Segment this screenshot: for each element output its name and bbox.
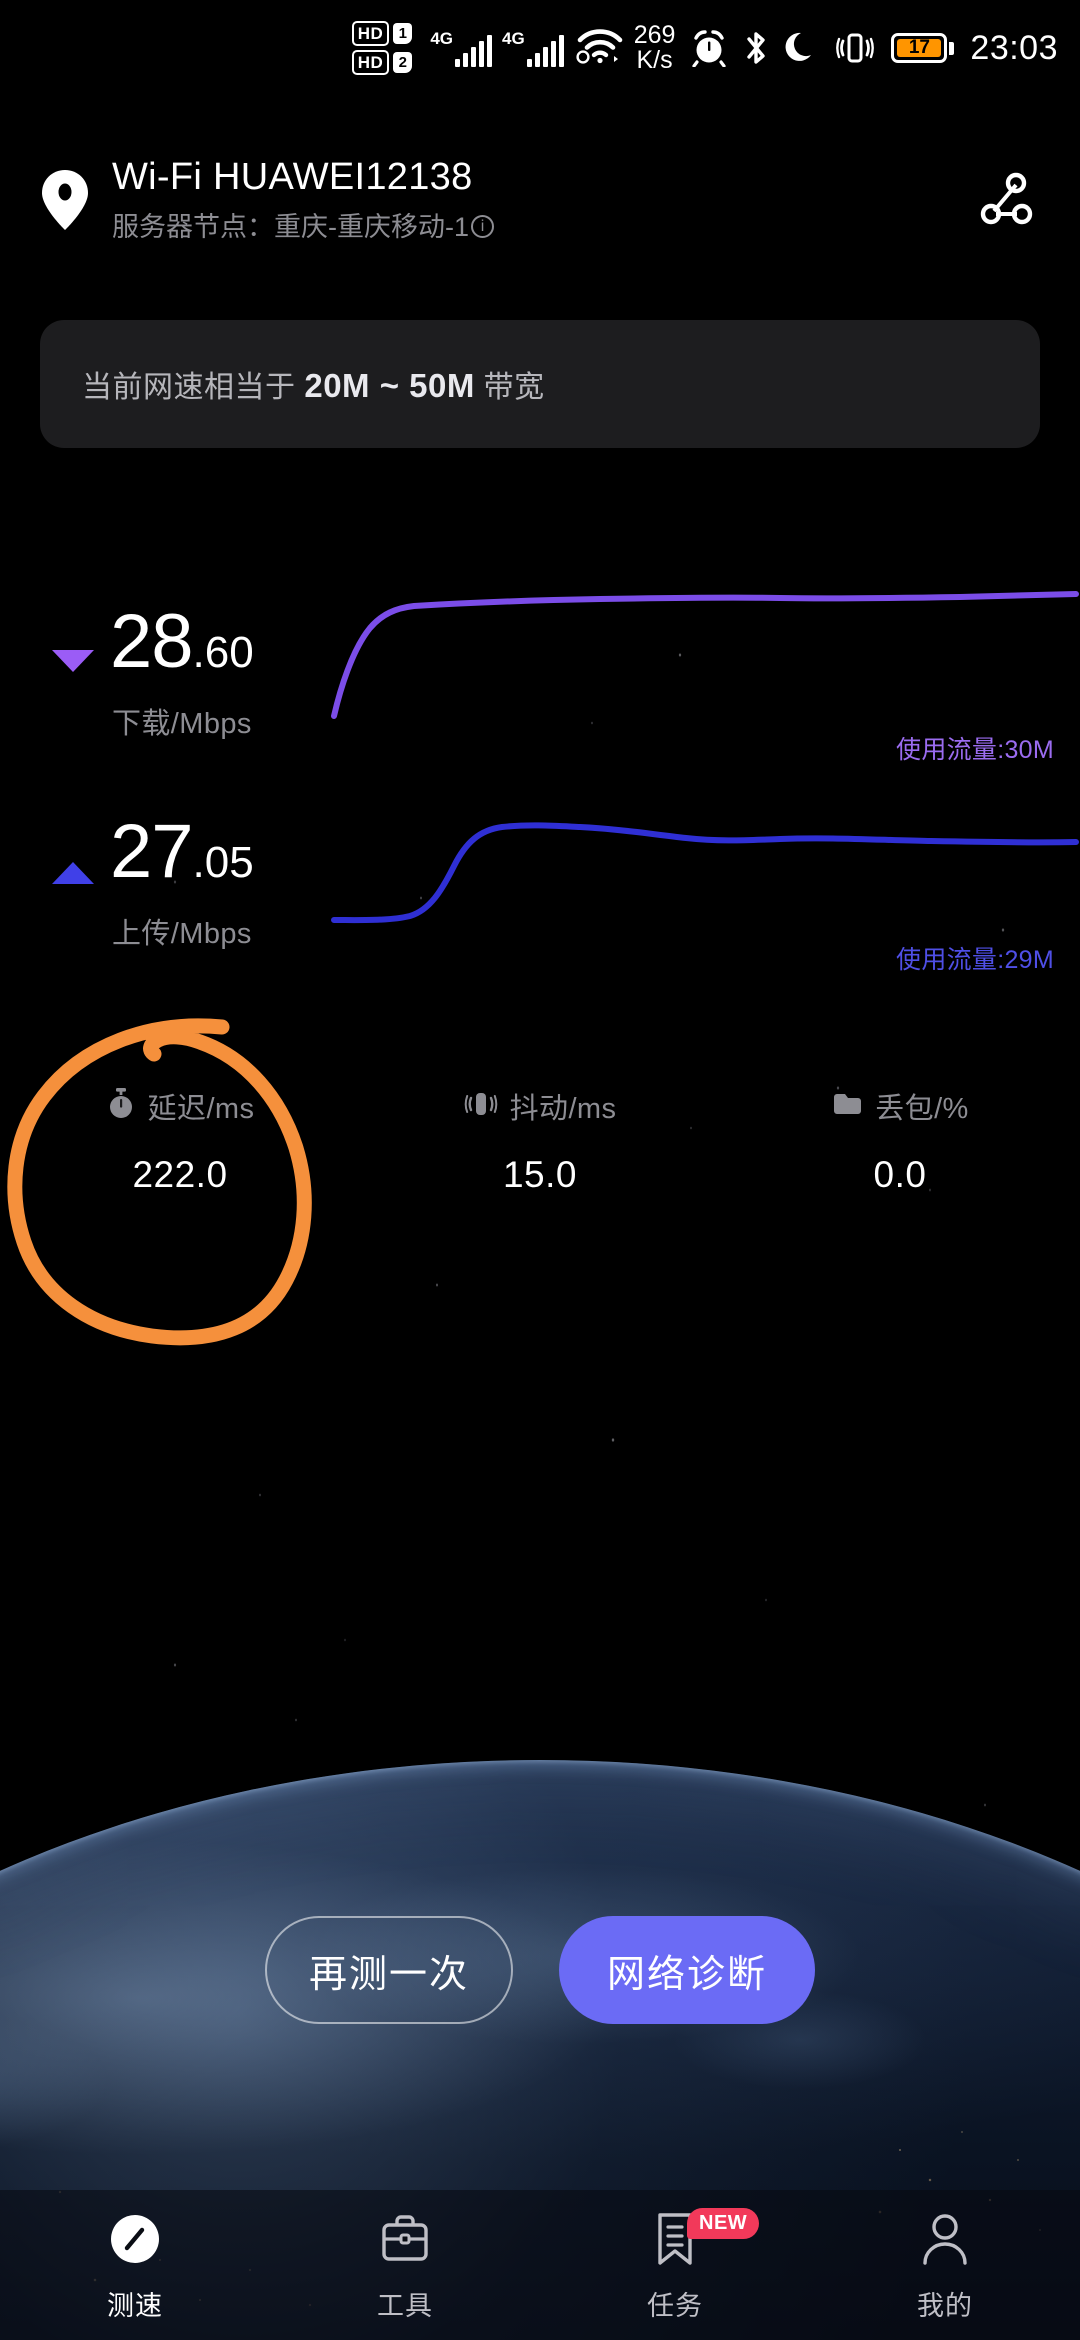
battery-cap [949,41,955,55]
metric-jitter-label: 抖动/ms [509,1093,617,1125]
bottom-navigation-bar: 测速 工具 NEW 任务 我的 [0,2190,1080,2340]
signal-group-1: 4G [430,29,492,67]
moon-do-not-disturb-icon [785,30,819,66]
bandwidth-range: 20M ~ 50M [304,367,475,404]
download-value: 28.60 [110,604,254,680]
server-node-row[interactable]: 服务器节点：重庆-重庆移动-1 i [112,209,970,245]
upload-integer: 27 [110,809,194,894]
action-buttons-row: 再测一次 网络诊断 [0,1910,1080,2030]
nav-label-speedtest: 测速 [107,2290,163,2321]
hd-sim-row-2: HD 2 [351,50,413,75]
share-network-icon[interactable] [970,165,1040,235]
battery-indicator: 17 [891,33,955,63]
nav-label-tasks: 任务 [647,2290,703,2321]
status-bar: HD 1 HD 2 4G 4G 269 K/s 17 23:03 [0,0,1080,96]
bandwidth-banner-text: 当前网速相当于 20M ~ 50M 带宽 [82,362,545,406]
bandwidth-suffix: 带宽 [474,371,545,404]
hd-icon-1: HD [351,21,390,46]
location-pin-icon [40,168,90,232]
network-diagnose-button[interactable]: 网络诊断 [559,1916,815,2024]
briefcase-icon [378,2208,432,2270]
person-icon [919,2208,971,2270]
nav-item-speedtest[interactable]: 测速 [0,2190,270,2340]
metric-latency-head: 延迟/ms [106,1085,255,1127]
upload-speed-row: 27.05 上传/Mbps 使用流量:29M [0,790,1080,990]
header-text-block: Wi-Fi HUAWEI12138 服务器节点：重庆-重庆移动-1 i [112,155,970,245]
jitter-icon [464,1087,498,1126]
signal-group-2: 4G [502,29,564,67]
download-speed-row: 28.60 下载/Mbps 使用流量:30M [0,580,1080,780]
vibrate-icon [835,29,875,67]
metric-jitter-head: 抖动/ms [464,1085,617,1127]
metric-packet-loss: 丢包/% 0.0 [720,1085,1080,1235]
info-icon[interactable]: i [471,215,494,239]
hd-sim-row-1: HD 1 [351,21,413,46]
metric-jitter-value: 15.0 [502,1154,577,1195]
data-rate-indicator: 269 K/s [633,20,676,74]
network-gen-label-2: 4G [502,29,525,48]
stopwatch-icon [106,1087,136,1126]
nav-item-profile[interactable]: 我的 [810,2190,1080,2340]
hd-sim-indicators: HD 1 HD 2 [351,21,413,75]
nav-item-tasks[interactable]: NEW 任务 [540,2190,810,2340]
phone-screen: HD 1 HD 2 4G 4G 269 K/s 17 23:03 Wi-Fi H… [0,0,1080,2340]
server-node-label: 服务器节点：重庆-重庆移动-1 [112,211,469,242]
download-unit-label: 下载/Mbps [112,708,252,740]
metric-packet-loss-label: 丢包/% [875,1093,969,1125]
download-integer: 28 [110,599,194,684]
metrics-row: 延迟/ms 222.0 抖动/ms 15.0 丢包/% 0.0 [0,1085,1080,1235]
packet-loss-icon [831,1089,863,1124]
battery-percent-label: 17 [897,37,942,58]
metric-packet-loss-value: 0.0 [873,1154,927,1195]
upload-decimal: .05 [192,838,254,887]
metric-latency-label: 延迟/ms [147,1093,255,1125]
download-sparkline-chart [330,580,1080,720]
battery-body: 17 [891,33,948,63]
hd-icon-2: HD [351,50,390,75]
signal-bars-icon-1 [455,35,492,67]
wifi-ssid-label: Wi-Fi HUAWEI12138 [112,155,473,198]
nav-label-tools: 工具 [377,2290,433,2321]
nav-item-tools[interactable]: 工具 [270,2190,540,2340]
metric-latency: 延迟/ms 222.0 [0,1085,360,1235]
upload-unit-label: 上传/Mbps [112,918,252,950]
network-gen-label-1: 4G [430,29,453,48]
signal-bars-icon-2 [526,35,564,67]
sim-badge-1: 1 [393,23,413,44]
status-bar-clock: 23:03 [970,28,1058,67]
metric-jitter: 抖动/ms 15.0 [360,1085,720,1235]
bluetooth-icon [743,28,769,68]
upload-flow-label: 使用流量:29M [896,946,1054,974]
metric-latency-value: 222.0 [132,1154,228,1195]
wifi-icon [576,28,624,69]
upload-value: 27.05 [110,814,254,890]
retest-button[interactable]: 再测一次 [265,1916,513,2024]
data-rate-value: 269 [633,20,676,49]
sim-badge-2: 2 [393,52,413,73]
triangle-up-icon [52,862,94,884]
alarm-clock-icon [691,29,727,67]
network-header: Wi-Fi HUAWEI12138 服务器节点：重庆-重庆移动-1 i [0,140,1080,260]
data-rate-unit: K/s [636,46,673,74]
bandwidth-banner: 当前网速相当于 20M ~ 50M 带宽 [40,320,1040,448]
download-flow-label: 使用流量:30M [896,736,1054,764]
speedometer-icon [105,2208,165,2270]
bandwidth-prefix: 当前网速相当于 [82,371,305,404]
nav-new-badge: NEW [687,2208,760,2239]
metric-packet-loss-head: 丢包/% [831,1085,968,1127]
upload-sparkline-chart [330,790,1080,930]
triangle-down-icon [52,650,94,672]
download-decimal: .60 [192,628,254,677]
nav-label-profile: 我的 [917,2290,973,2321]
